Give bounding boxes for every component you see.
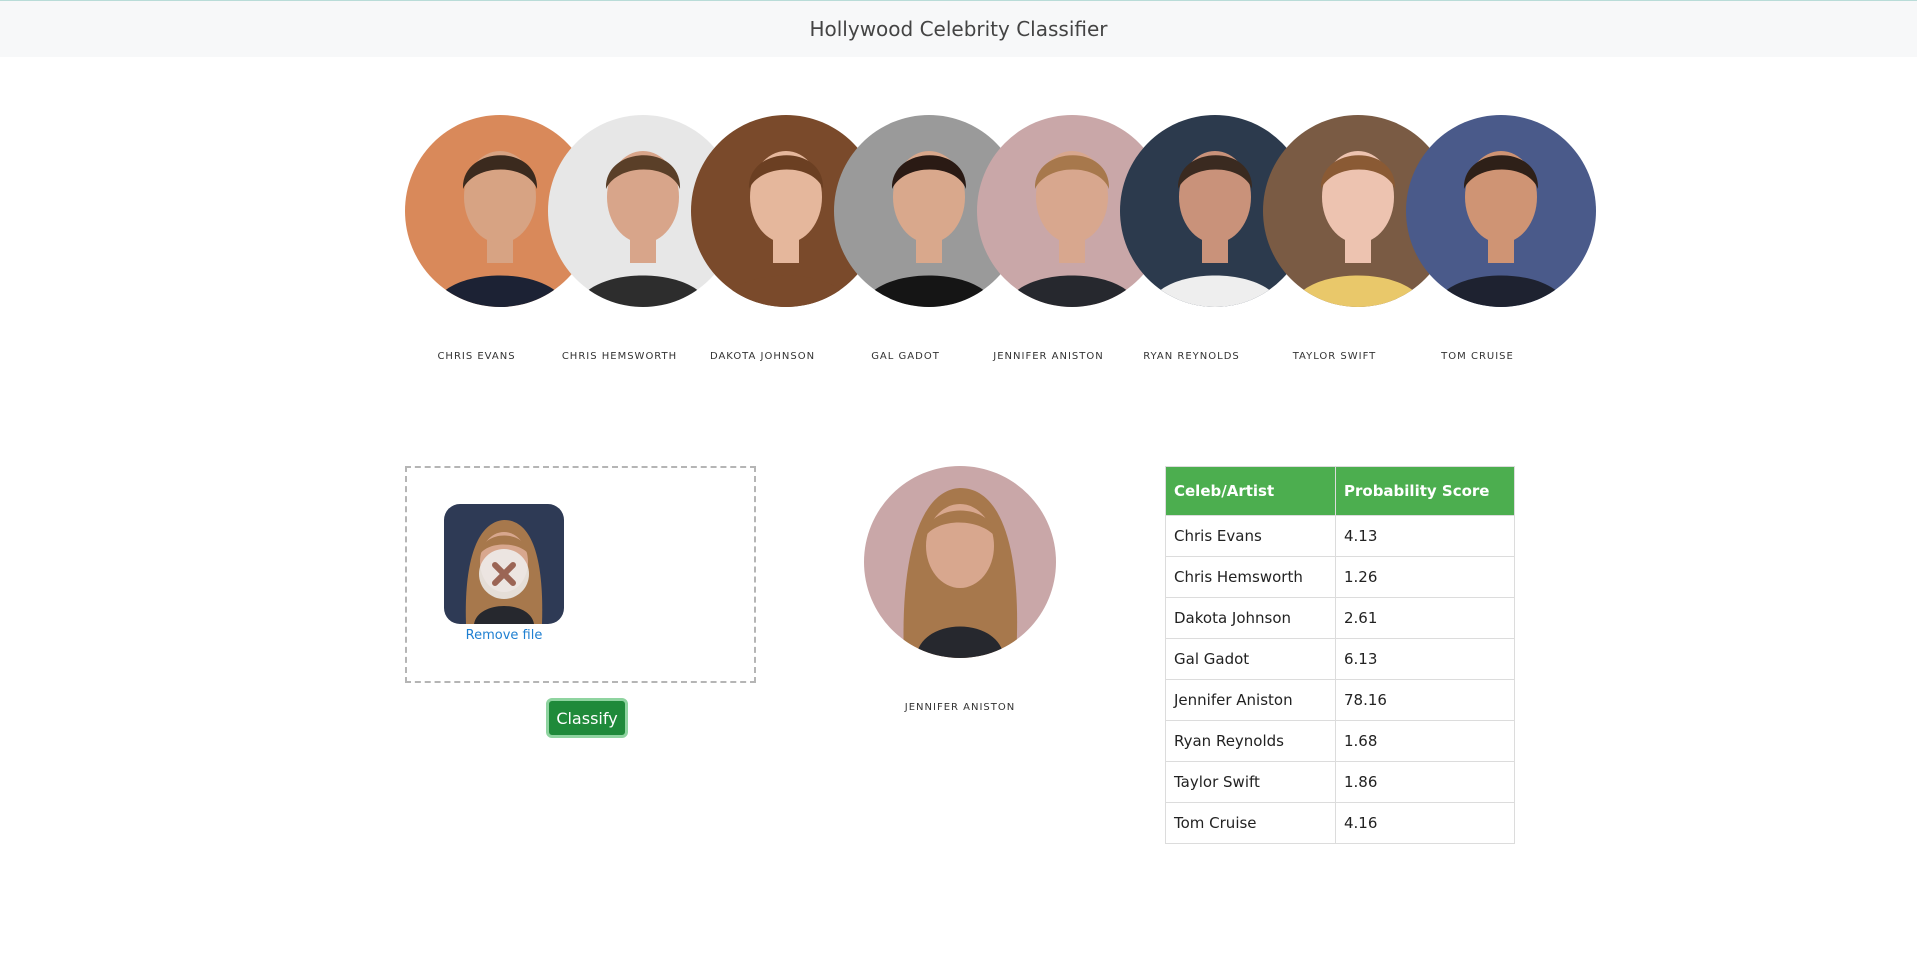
celebrity-card: Taylor Swift [1263,115,1453,375]
celeb-name-cell: Taylor Swift [1165,761,1336,803]
column-header-celeb: Celeb/Artist [1165,466,1336,516]
probability-cell: 1.68 [1335,720,1515,762]
result-photo [864,466,1056,658]
celebrity-name: Gal Gadot [871,351,940,362]
probability-cell: 78.16 [1335,679,1515,721]
probability-cell: 4.13 [1335,515,1515,557]
table-row: Tom Cruise 4.16 [1165,802,1515,844]
celebrity-name: Ryan Reynolds [1143,351,1240,362]
table-row: Chris Evans 4.13 [1165,515,1515,557]
probability-cell: 2.61 [1335,597,1515,639]
celeb-name-cell: Ryan Reynolds [1165,720,1336,762]
remove-file-link[interactable]: Remove file [444,628,564,643]
celeb-name-cell: Dakota Johnson [1165,597,1336,639]
table-row: Taylor Swift 1.86 [1165,761,1515,803]
celebrity-card: Jennifer Aniston [977,115,1167,375]
navbar: Hollywood Celebrity Classifier [0,0,1917,57]
tom-cruise-photo-icon [1406,115,1596,307]
celebrity-gallery: Chris Evans Chris Hemsworth Dakota Johnson… [405,115,1596,375]
remove-file-icon[interactable] [479,549,529,599]
celebrity-name: Chris Evans [437,351,516,362]
table-row: Gal Gadot 6.13 [1165,638,1515,680]
celeb-name-cell: Tom Cruise [1165,802,1336,844]
table-row: Jennifer Aniston 78.16 [1165,679,1515,721]
celeb-name-cell: Chris Hemsworth [1165,556,1336,598]
table-row: Ryan Reynolds 1.68 [1165,720,1515,762]
uploaded-image-thumbnail[interactable] [444,504,564,624]
table-row: Chris Hemsworth 1.26 [1165,556,1515,598]
celeb-name-cell: Gal Gadot [1165,638,1336,680]
file-dropzone[interactable]: Remove file [405,466,756,683]
celebrity-card: Gal Gadot [834,115,1024,375]
celebrity-name: Tom Cruise [1441,351,1514,362]
app-title: Hollywood Celebrity Classifier [809,17,1108,41]
probability-cell: 4.16 [1335,802,1515,844]
celeb-name-cell: Jennifer Aniston [1165,679,1336,721]
column-header-score: Probability Score [1335,466,1515,516]
probability-cell: 1.26 [1335,556,1515,598]
celebrity-name: Dakota Johnson [709,351,816,362]
classification-result: Jennifer Aniston [864,466,1056,713]
celebrity-name: Chris Hemsworth [561,351,678,362]
celebrity-name: Taylor Swift [1292,351,1377,362]
jennifer-aniston-photo-icon [864,466,1056,658]
celebrity-name: Jennifer Aniston [993,351,1104,362]
classify-button[interactable]: Classify [546,698,628,738]
table-row: Dakota Johnson 2.61 [1165,597,1515,639]
celebrity-card: Ryan Reynolds [1120,115,1310,375]
result-name: Jennifer Aniston [904,702,1016,713]
celebrity-card: Tom Cruise [1406,115,1596,375]
celebrity-card: Chris Hemsworth [548,115,738,375]
celeb-name-cell: Chris Evans [1165,515,1336,557]
table-header-row: Celeb/Artist Probability Score [1165,466,1515,516]
celebrity-card: Dakota Johnson [691,115,881,375]
table-body: Chris Evans 4.13 Chris Hemsworth 1.26 Dakota… [1165,515,1515,844]
probability-cell: 1.86 [1335,761,1515,803]
celebrity-card: Chris Evans [405,115,595,375]
probability-table: Celeb/Artist Probability Score Chris Eva… [1165,466,1515,844]
probability-cell: 6.13 [1335,638,1515,680]
